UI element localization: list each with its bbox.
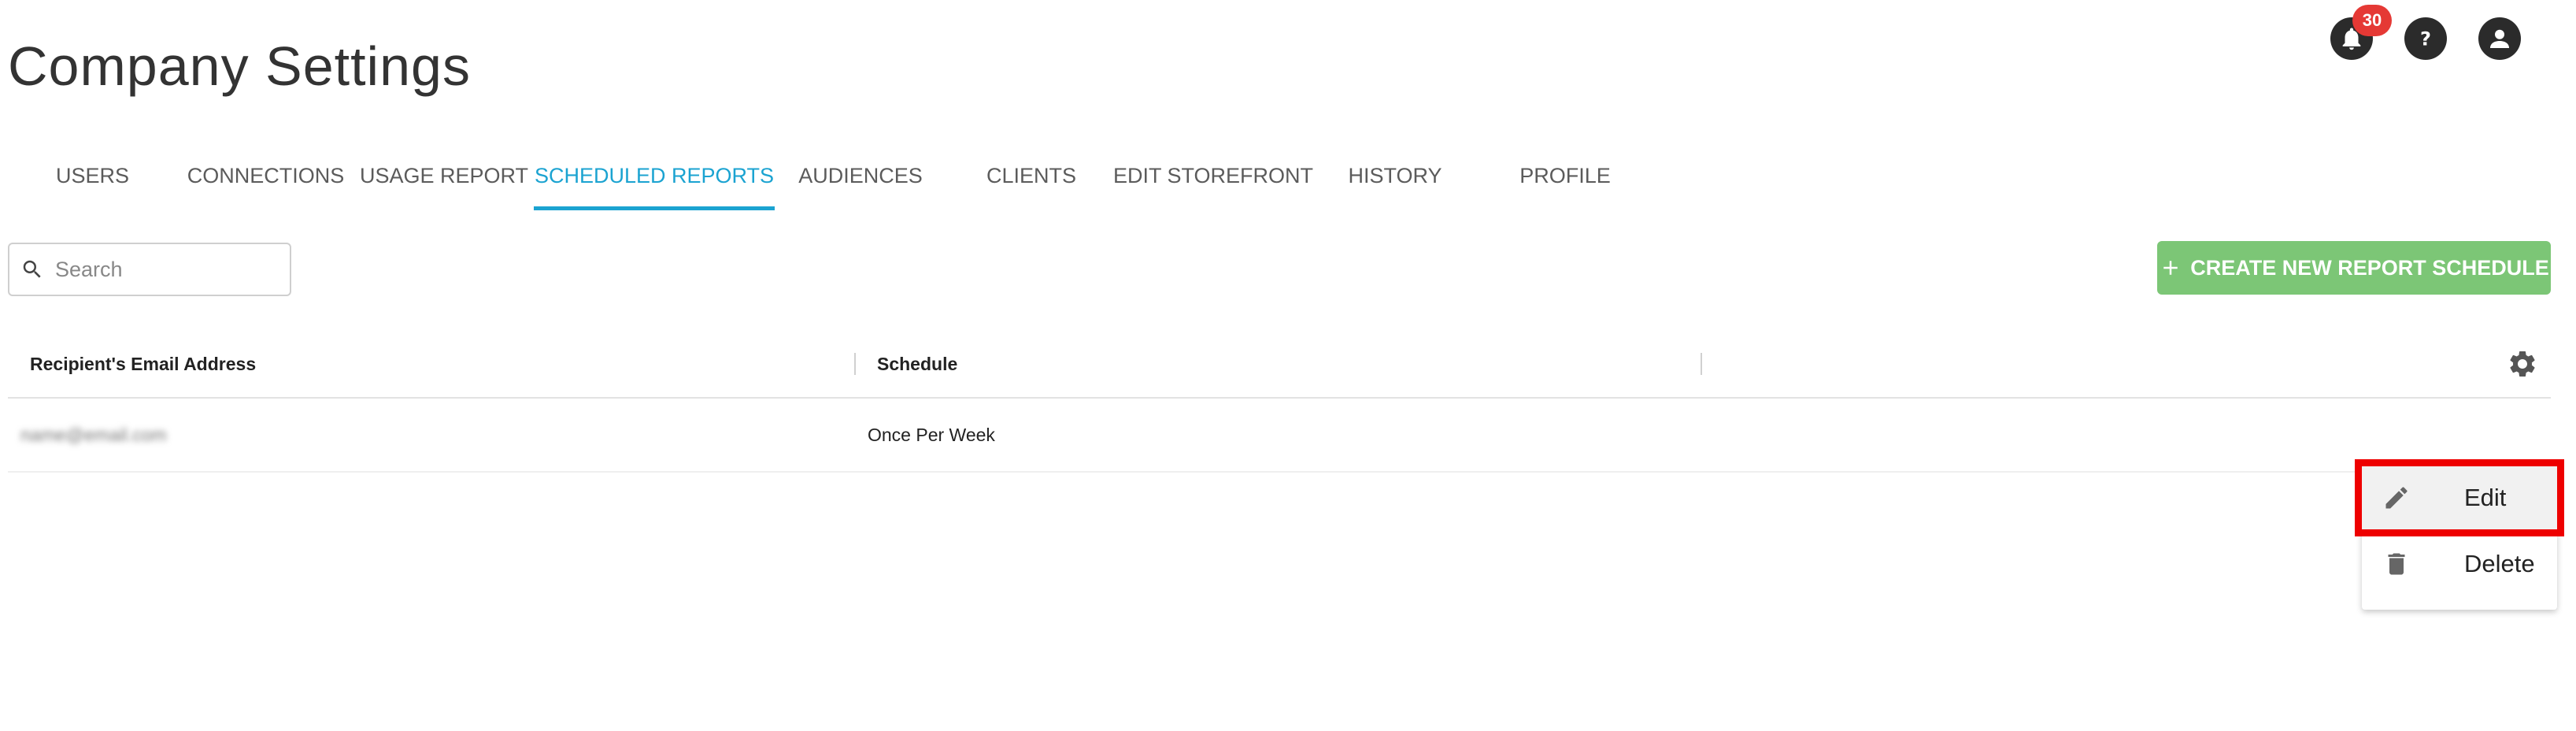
top-right-toolbar: 30 ? [2330, 5, 2521, 60]
search-icon [23, 260, 41, 278]
create-button-label: CREATE NEW REPORT SCHEDULE [2190, 255, 2549, 280]
help-icon: ? [2420, 28, 2431, 50]
column-resize-handle[interactable] [854, 353, 856, 375]
notifications-button[interactable]: 30 [2330, 5, 2392, 60]
account-icon [2490, 29, 2509, 48]
account-button[interactable] [2478, 17, 2521, 60]
delete-menu-item[interactable]: Delete [2362, 532, 2557, 596]
company-settings-page: Company Settings 30 ? USERS CONNECTIONS … [0, 0, 2576, 731]
tab-edit-storefront[interactable]: EDIT STOREFRONT [1113, 145, 1313, 206]
search-field[interactable] [8, 243, 291, 296]
settings-tabs: USERS CONNECTIONS USAGE REPORT SCHEDULED… [8, 145, 1650, 210]
column-header-schedule[interactable]: Schedule [877, 331, 957, 397]
tab-users[interactable]: USERS [8, 145, 177, 206]
edit-menu-item[interactable]: Edit [2355, 459, 2564, 536]
gear-icon [2510, 351, 2535, 377]
delete-label: Delete [2464, 550, 2535, 577]
tab-audiences[interactable]: AUDIENCES [775, 145, 946, 206]
tab-history[interactable]: HISTORY [1310, 145, 1480, 206]
tab-usage-report[interactable]: USAGE REPORT [354, 145, 534, 206]
page-title: Company Settings [8, 35, 471, 97]
recipient-email-cell: name@email.com [20, 424, 167, 445]
table-row[interactable]: name@email.com Once Per Week [8, 399, 2551, 473]
edit-label: Edit [2464, 484, 2507, 511]
schedule-cell: Once Per Week [868, 424, 995, 445]
tab-profile[interactable]: PROFILE [1480, 145, 1650, 206]
column-header-email[interactable]: Recipient's Email Address [30, 331, 256, 397]
notification-count-badge: 30 [2352, 5, 2392, 36]
trash-icon [2388, 553, 2405, 575]
tab-scheduled-reports[interactable]: SCHEDULED REPORTS [534, 145, 775, 210]
create-new-report-schedule-button[interactable]: CREATE NEW REPORT SCHEDULE [2157, 241, 2551, 295]
help-button[interactable]: ? [2404, 17, 2447, 60]
table-header: Recipient's Email Address Schedule [8, 331, 2551, 399]
tab-clients[interactable]: CLIENTS [946, 145, 1116, 206]
pencil-icon [2385, 487, 2408, 509]
search-input[interactable] [54, 256, 277, 283]
plus-icon [2163, 261, 2178, 275]
table-settings-button[interactable] [2507, 348, 2538, 384]
column-resize-handle[interactable] [1701, 353, 1702, 375]
row-actions-menu: Edit Delete [2355, 459, 2564, 610]
svg-text:?: ? [2420, 28, 2431, 50]
tab-connections[interactable]: CONNECTIONS [177, 145, 354, 206]
